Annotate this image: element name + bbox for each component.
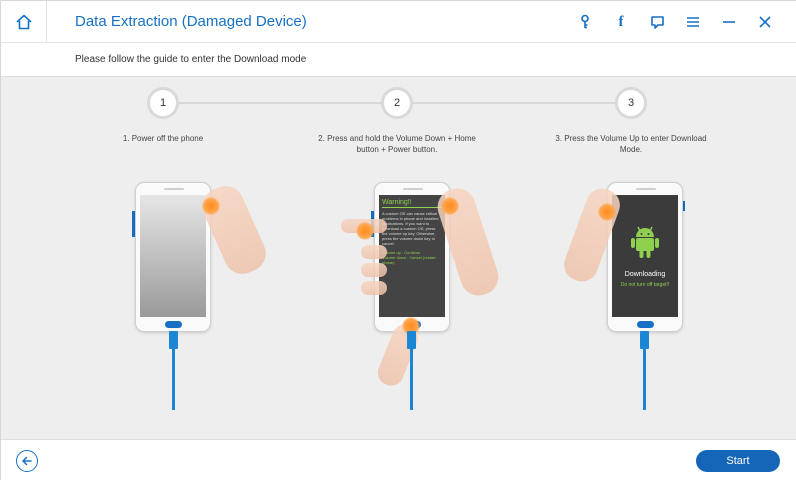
phone-home-button <box>165 321 182 328</box>
phone-screen-off <box>140 195 206 317</box>
step-2-text: 2. Press and hold the Volume Down + Home… <box>318 134 476 154</box>
title-bar: Data Extraction (Damaged Device) f <box>1 1 796 43</box>
volume-up-touch <box>598 203 616 221</box>
instruction-bar: Please follow the guide to enter the Dow… <box>1 43 796 77</box>
home-button[interactable] <box>1 1 47 43</box>
step-connector <box>179 102 385 104</box>
usb-cable <box>172 333 175 410</box>
feedback-button[interactable] <box>639 1 675 43</box>
step-3-indicator: 3 <box>615 87 647 119</box>
downloading-label: Downloading <box>624 271 666 278</box>
minimize-icon <box>723 21 735 23</box>
app-window: Data Extraction (Damaged Device) f Pleas… <box>0 0 796 480</box>
step-1-indicator: 1 <box>147 87 179 119</box>
power-button-touch <box>202 197 220 215</box>
titlebar-actions: f <box>567 1 783 43</box>
phone-speaker <box>636 188 656 190</box>
guide-area: 1 2 3 1. Power off the phone 2. Press an… <box>1 77 796 439</box>
close-button[interactable] <box>747 1 783 43</box>
warning-screen: Warning!! A custom OS can cause critical… <box>379 195 445 317</box>
volume-down-hint: Volume down : Cancel (restart phone) <box>382 255 436 265</box>
warning-body: A custom OS can cause critical problems … <box>382 211 439 246</box>
home-icon <box>15 14 32 30</box>
arrow-left-icon <box>22 456 32 466</box>
volume-down-touch <box>356 222 374 240</box>
footer-bar: Start <box>1 439 796 480</box>
warning-title: Warning!! <box>382 198 442 208</box>
android-icon <box>631 226 659 258</box>
key-button[interactable] <box>567 1 603 43</box>
facebook-button[interactable]: f <box>603 1 639 43</box>
minimize-button[interactable] <box>711 1 747 43</box>
finger-illustration <box>361 263 387 277</box>
download-screen: Downloading Do not turn off target!! <box>612 195 678 317</box>
step-connector <box>413 102 619 104</box>
feedback-icon <box>650 15 664 29</box>
back-button[interactable] <box>16 450 38 472</box>
phone-step-1 <box>135 182 211 332</box>
finger-illustration <box>361 245 387 259</box>
window-title: Data Extraction (Damaged Device) <box>75 13 307 30</box>
step-3-text: 3. Press the Volume Up to enter Download… <box>555 134 707 154</box>
key-icon <box>581 14 589 29</box>
phone-home-button <box>637 321 654 328</box>
step-1-text: 1. Power off the phone <box>122 134 204 143</box>
phone-speaker <box>403 188 423 190</box>
menu-icon <box>687 17 699 27</box>
usb-cable <box>643 333 646 410</box>
do-not-turn-off-warning: Do not turn off target!! <box>620 282 670 288</box>
facebook-icon: f <box>618 13 624 30</box>
finger-illustration <box>361 281 387 295</box>
phone-speaker <box>164 188 184 190</box>
power-button-touch <box>441 197 459 215</box>
close-icon <box>759 16 771 28</box>
instruction-text: Please follow the guide to enter the Dow… <box>75 54 307 65</box>
start-button[interactable]: Start <box>696 450 780 472</box>
step-2-indicator: 2 <box>381 87 413 119</box>
menu-button[interactable] <box>675 1 711 43</box>
usb-cable <box>410 333 413 410</box>
